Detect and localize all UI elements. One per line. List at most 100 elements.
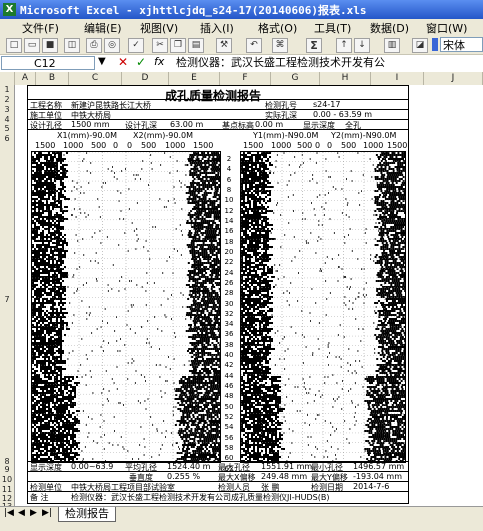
axis-label: 500 [91, 141, 106, 150]
depth-mark: 38 [222, 341, 236, 349]
depth-scale: 2468101214161820222426283032343638404244… [222, 155, 236, 480]
drawing-icon[interactable]: ◪ [412, 38, 428, 53]
new-icon[interactable]: □ [6, 38, 22, 53]
sheet-tab-report[interactable]: 检测报告 [58, 507, 116, 522]
design-depth-label: 设计孔深 [125, 120, 157, 131]
tab-first-icon[interactable]: |◀ [4, 508, 14, 518]
menu-edit[interactable]: 编辑(E) [84, 20, 122, 36]
permission-icon[interactable]: ◫ [64, 38, 80, 53]
footer-r12-c1[interactable]: 检测仪器：武汉长盛工程检测技术开发有公司成孔质量检测仪JI-HUDS(B) [71, 492, 329, 503]
col-header-b[interactable]: B [36, 72, 69, 85]
col-header-e[interactable]: E [169, 72, 220, 85]
design-dia-value: 1500 mm [71, 120, 110, 129]
axis-label: 1500 [387, 141, 407, 150]
scan-image-y [241, 152, 405, 462]
row-header[interactable]: 7 [0, 295, 14, 304]
depth-mark: 14 [222, 217, 236, 225]
row-header[interactable]: 3 [0, 105, 14, 114]
undo-icon[interactable]: ↶ [246, 38, 262, 53]
profile-y2-label: Y2(mm)-N90.0M [331, 131, 396, 140]
sort-ascending-icon[interactable]: ↑ [336, 38, 352, 53]
menu-window[interactable]: 窗口(W) [426, 20, 467, 36]
insert-function-icon[interactable]: fx [154, 55, 164, 68]
axis-label: 0 [327, 141, 332, 150]
col-header-c[interactable]: C [69, 72, 122, 85]
menu-bar: 文件(F) 编辑(E) 视图(V) 插入(I) 格式(O) 工具(T) 数据(D… [0, 19, 483, 37]
sort-descending-icon[interactable]: ↓ [354, 38, 370, 53]
standard-toolbar: □ ▭ ■ ◫ ⎙ ◎ ✓ ✂ ❐ ▤ ⚒ ↶ ⌘ Σ ↑ ↓ ▥ ◪ 宋体 [0, 36, 483, 55]
col-header-h[interactable]: H [320, 72, 371, 85]
row-headers: 1 2 3 4 5 6 7 8 9 10 11 12 13 [0, 85, 15, 506]
cut-icon[interactable]: ✂ [152, 38, 168, 53]
font-name-box[interactable]: 宋体 [440, 37, 483, 52]
depth-mark: 44 [222, 372, 236, 380]
tab-next-icon[interactable]: ▶ [30, 508, 37, 518]
depth-mark: 4 [222, 165, 236, 173]
col-header-g[interactable]: G [271, 72, 320, 85]
base-label: 基点标高 [222, 120, 254, 131]
depth-mark: 24 [222, 269, 236, 277]
paste-icon[interactable]: ▤ [188, 38, 204, 53]
spelling-icon[interactable]: ✓ [128, 38, 144, 53]
design-depth-value: 63.00 m [170, 120, 203, 129]
row-header[interactable]: 9 [0, 465, 14, 474]
menu-file[interactable]: 文件(F) [22, 20, 59, 36]
row-header[interactable]: 2 [0, 95, 14, 104]
select-all-corner[interactable] [0, 72, 15, 85]
col-header-i[interactable]: I [371, 72, 424, 85]
row-header[interactable]: 11 [0, 485, 14, 494]
tab-last-icon[interactable]: ▶| [42, 508, 52, 518]
display-value: 全孔 [345, 120, 361, 131]
col-header-f[interactable]: F [220, 72, 271, 85]
column-headers: A B C D E F G H I J [0, 72, 483, 86]
sheet-tab-bar: |◀ ◀ ▶ ▶| 检测报告 [0, 506, 483, 531]
depth-mark: 56 [222, 434, 236, 442]
row-header[interactable]: 1 [0, 85, 14, 94]
col-header-j[interactable]: J [424, 72, 483, 85]
axis-label: 500 [141, 141, 156, 150]
menu-tools[interactable]: 工具(T) [314, 20, 351, 36]
enter-icon[interactable]: ✓ [136, 55, 146, 69]
cancel-icon[interactable]: ✕ [118, 55, 128, 69]
menu-format[interactable]: 格式(O) [258, 20, 297, 36]
tab-prev-icon[interactable]: ◀ [18, 508, 25, 518]
format-painter-icon[interactable]: ⚒ [216, 38, 232, 53]
footer-r10-c7: -193.04 mm [353, 472, 402, 481]
menu-insert[interactable]: 插入(I) [200, 20, 234, 36]
depth-mark: 54 [222, 423, 236, 431]
depth-mark: 20 [222, 248, 236, 256]
depth-mark: 18 [222, 238, 236, 246]
name-box-dropdown-icon[interactable]: ▼ [98, 56, 106, 67]
col-header-a[interactable]: A [15, 72, 36, 85]
profile-x1-label: X1(mm)-90.0M [57, 131, 117, 140]
preview-icon[interactable]: ◎ [104, 38, 120, 53]
formula-bar: C12 ▼ ✕ ✓ fx 检测仪器：武汉长盛工程检测技术开发有公 [0, 55, 483, 73]
row-header[interactable]: 4 [0, 115, 14, 124]
depth-mark: 34 [222, 320, 236, 328]
col-header-d[interactable]: D [122, 72, 169, 85]
row-header[interactable]: 6 [0, 134, 14, 143]
print-icon[interactable]: ⎙ [86, 38, 102, 53]
name-box[interactable]: C12 [1, 56, 95, 70]
depth-mark: 30 [222, 300, 236, 308]
footer-r9-c7: 1496.57 mm [353, 462, 404, 471]
copy-icon[interactable]: ❐ [170, 38, 186, 53]
depth-mark: 52 [222, 413, 236, 421]
row-header[interactable]: 5 [0, 124, 14, 133]
open-icon[interactable]: ▭ [24, 38, 40, 53]
hole-no-value: s24-17 [313, 100, 340, 109]
axis-label: 1500 [193, 141, 213, 150]
hyperlink-icon[interactable]: ⌘ [272, 38, 288, 53]
chart-wizard-icon[interactable]: ▥ [384, 38, 400, 53]
worksheet[interactable]: 成孔质量检测报告 工程名称 新建沪昆铁路长江大桥 检测孔号 s24-17 施工单… [15, 85, 483, 506]
save-icon[interactable]: ■ [42, 38, 58, 53]
menu-data[interactable]: 数据(D) [370, 20, 409, 36]
autosum-icon[interactable]: Σ [306, 38, 322, 53]
scan-image-x [32, 152, 220, 462]
menu-view[interactable]: 视图(V) [140, 20, 178, 36]
row-header[interactable]: 10 [0, 475, 14, 484]
axis-label: 1000 [271, 141, 291, 150]
scan-panel-y [240, 151, 406, 463]
formula-input[interactable]: 检测仪器：武汉长盛工程检测技术开发有公 [176, 56, 482, 70]
depth-mark: 6 [222, 176, 236, 184]
